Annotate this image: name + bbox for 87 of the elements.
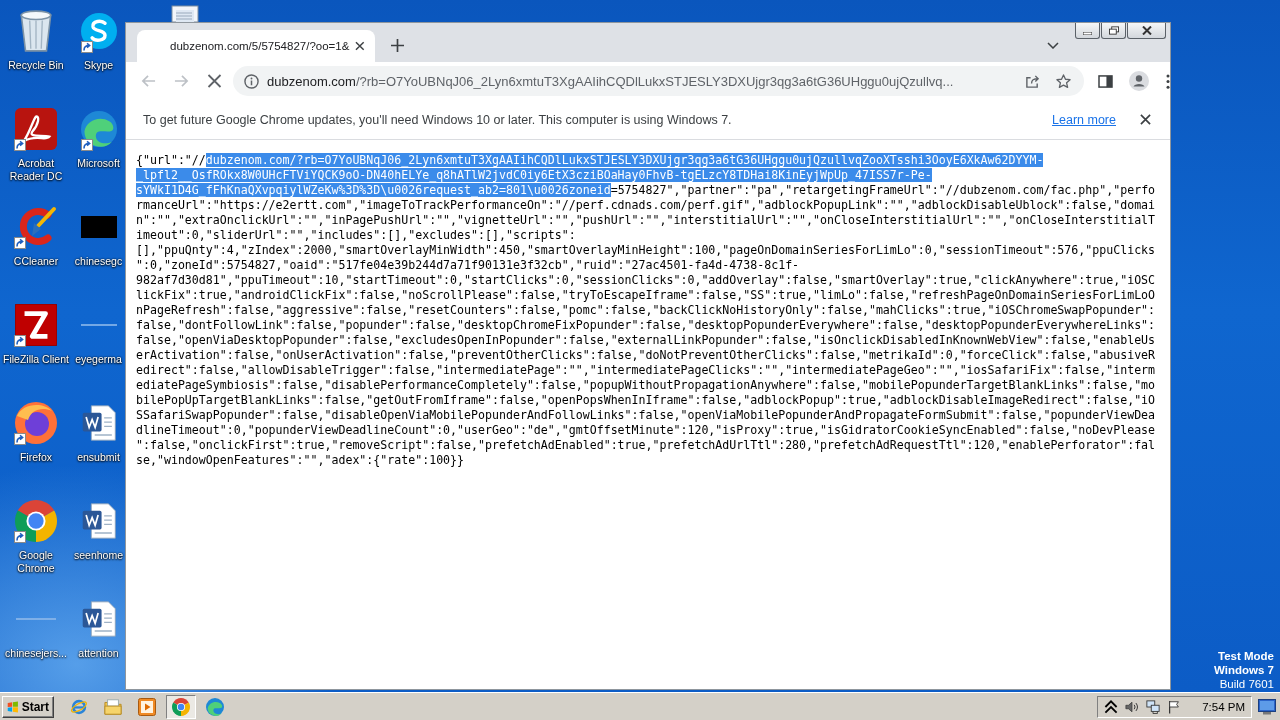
folder-icon	[104, 697, 122, 716]
taskbar-button[interactable]	[166, 694, 196, 719]
speaker-icon[interactable]	[1125, 699, 1140, 714]
word-document-icon[interactable]	[80, 405, 117, 441]
close-button[interactable]	[1127, 23, 1166, 39]
desktop-icon-label[interactable]: attention	[78, 647, 119, 660]
desktop-icon-label[interactable]: FileZilla Client	[3, 353, 69, 366]
stop-loading-icon[interactable]	[207, 74, 222, 88]
restore-icon	[1108, 26, 1119, 35]
json-text: 982af7d30d81","ppuTimeout":10,"startTimeout":0,"startClicks":0,"sessionClicks":0,"addOverlay":false,"smartOverlay":true,"clickAnywhere":true,"iOSC	[136, 273, 1156, 287]
system-notice-text: Test Mode	[1218, 649, 1274, 663]
word-document-icon[interactable]	[80, 503, 117, 539]
json-text: false,"dontFollowLink":false,"popunder":false,"desktopChromeFixPopunder":false,"desktopPopunderEverywhere":false,"desktopPopunderEverywhereLinks":	[136, 318, 1156, 332]
ftp-app-icon[interactable]	[15, 304, 57, 346]
json-text: ":false,"onclickFirst":true,"removeScript":false,"prefetchAdEnabled":true,"prefetchAdUrlTtl":280,"prefetchAdRequestTtl":120,"enablePerforator":fal	[136, 438, 1156, 452]
close-tab-icon[interactable]	[355, 41, 365, 51]
chrome-icon[interactable]	[15, 500, 57, 542]
network-icon[interactable]	[1146, 699, 1161, 714]
json-text: se,"windowOpenFeatures":"","adex":{"rate":100}}	[136, 453, 465, 467]
chat-app-icon[interactable]	[80, 13, 117, 49]
json-text: edirect":false,"allowDisableTrigger":false,"intermediatePage":"","intermediatePageClicks":"","intermediatePageGeo":"","iosSafariFix":false,"interm	[136, 363, 1156, 377]
json-text: [],"ppuQnty":4,"zIndex":2000,"smartOverlayMinWidth":450,"smartOverlayMinHeight":100,"pageOnDomainSeriesForLimLo":0,"sessionTimeout":576,"ppuClicks	[136, 243, 1156, 257]
info-icon[interactable]	[244, 73, 259, 89]
pdf-app-icon[interactable]	[15, 108, 57, 150]
desktop-icon-label[interactable]: seenhome	[73, 549, 123, 562]
json-text: {"url":"//	[136, 153, 206, 167]
browser-tab[interactable]: dubzenom.com/5/5754827/?oo=1&	[137, 30, 375, 62]
show-desktop-icon[interactable]	[1258, 698, 1276, 715]
json-text: bilePopUpTargetBlankLinks":false,"getOutFromIframe":false,"openPopsWhenInIframe":false,"adblockPopup":true,"adblockDisableImageRedirect":false,"iO	[136, 393, 1156, 407]
chevron-up-icon[interactable]	[1104, 699, 1119, 714]
desktop-icon-label[interactable]: chinesejers...	[5, 647, 67, 660]
json-text: erActivation":false,"onUserActivation":false,"preventOtherClicks":false,"doNotPreventOtherClicks":false,"metrikaId":0,"forceClick":false,"abusiveR	[136, 348, 1156, 362]
side-panel-icon[interactable]	[1098, 74, 1113, 88]
json-text: rmanceUrl":"https://e2ertt.com","imageToTrackPerformanceOn":"//perf.cdnads.com/perf.gif","adblockPopupLink":"","adblockDisableUblock":false,"domai	[136, 198, 1156, 212]
desktop-icon-label[interactable]: eyegerma	[75, 353, 122, 366]
desktop-icon-label[interactable]: chinesegc	[74, 255, 123, 268]
highlighted-text: dubzenom.com/?rb=O7YoUBNqJ06_2Lyn6xmtuT3XgAAIihCQDlLukxSTJESLY3DXUjgr3qg3a6tG36UHggu0ujQzullvqZooXTsshi3OoyE6XkAw62DYYM-	[205, 153, 1044, 167]
desktop-icon-label[interactable]: Firefox	[19, 451, 53, 464]
json-text: nPageRefresh":false,"aggressive":false,"resetCounters":false,"pomc":false,"backClickNoHistoryOnly":false,"mahClicks":true,"iOSChromeSwapPopunder":	[136, 303, 1156, 317]
profile-avatar-icon[interactable]	[1129, 71, 1149, 91]
address-url: dubzenom.com/?rb=O7YoUBNqJ06_2Lyn6xmtuT3XgAAIihCQDlLukxSTJESLY3DXUjgr3qg3a6tG36UHggu0ujQzullvq...	[267, 73, 955, 89]
desktop-icon-label[interactable]: Google Chrome	[0, 549, 72, 575]
json-text: ":0,"zoneId":5754827,"oaid":"517fe04e39b244d7a71f90131e3f32cb","ruid":"27ac4501-fa4d-4738-8c1f-	[136, 258, 800, 272]
start-button[interactable]: Start	[2, 695, 54, 718]
word-document-icon[interactable]	[80, 601, 117, 637]
minimize-icon	[1083, 31, 1092, 35]
desktop-icon-label[interactable]: Recycle Bin	[8, 59, 64, 72]
desktop-icon-label[interactable]: Acrobat Reader DC	[0, 157, 72, 183]
new-tab-icon[interactable]	[391, 39, 404, 52]
close-icon[interactable]	[1140, 114, 1151, 125]
desktop-icon-label[interactable]: Skype	[83, 59, 114, 72]
flag-icon[interactable]	[1167, 699, 1182, 714]
image-thumbnail-icon[interactable]	[80, 216, 117, 238]
infobar-message: To get future Google Chrome updates, you'll need Windows 10 or later. This computer is using Windows 7.	[143, 112, 733, 127]
json-text: n":"","extraOnclickUrl":"","inPagePushUrl":"","vignetteUrl":"","pushUrl":"","interstitialUrl":"","onCloseInterstitialUrl":"","onCloseInterstitialT	[136, 213, 1156, 227]
browser-app-icon	[206, 697, 224, 716]
browser-app-icon[interactable]	[15, 402, 57, 444]
restore-button[interactable]	[1101, 23, 1126, 39]
system-notice-text: Windows 7	[1214, 663, 1274, 677]
json-text: dlineTimeout":0,"popunderViewDeadlineCount":0,"userGeo":"de","gmtOffsetMinute":120,"isProxy":true,"isGidratorCookieSyncEnabled":false,"noDevPlease	[136, 423, 1156, 437]
close-icon	[1141, 26, 1152, 35]
address-bar[interactable]: dubzenom.com/?rb=O7YoUBNqJ06_2Lyn6xmtuT3XgAAIihCQDlLukxSTJESLY3DXUjgr3qg3a6tG36UHggu0ujQzullvq...	[233, 66, 1084, 96]
json-text: false,"openViaDesktopPopunder":false,"excludesOpenInPopunder":false,"externalLinkPopunder":false,"isOnclickDisabledInKnownWebView":false,"enableUs	[136, 333, 1156, 347]
taskbar-clock[interactable]: 7:54 PM	[1202, 700, 1245, 713]
learn-more-link[interactable]: Learn more	[1052, 112, 1116, 127]
json-text: lickFix":true,"androidClickFix":false,"noScrollPlease":false,"tryToEscapeIframe":false,"SS":true,"limLo":false,"refreshPageOnDomainSeriesForLimLoO	[136, 288, 1156, 302]
bookmark-star-icon[interactable]	[1056, 73, 1071, 89]
highlighted-text: sYWkI1D4G_fFhKnaQXvpqiylWZeKw%3D%3D\u0026request_ab2=801\u0026zoneid	[136, 183, 611, 197]
json-text: SSafariSwapPopunder":false,"disableOpenViaMobilePopunderAndFollowLinks":false,"openViaMobilePopunderAndPropagateFormSubmit":false,"popunderViewDea	[136, 408, 1156, 422]
json-text: ediatePageSymbiosis":false,"disablePerformanceCompletely":false,"popupWithoutPropagationAnywhere":false,"mobilePopunderTargetBlankLinks":false,"mo	[136, 378, 1156, 392]
minimize-button[interactable]	[1075, 23, 1100, 39]
chrome-icon	[172, 697, 190, 716]
highlighted-text: _lpfl2__OsfROkx8W0UHcFTViYQCK9oO-DN40hELYe_q8hATlW2jvdC0iy6EtX3cziBOaHay0FhvB-tgELzcY8TDHai8KinEyjWpUp_47ISS7r-Pe-	[136, 168, 932, 182]
browser-app-icon[interactable]	[80, 111, 117, 147]
json-text: imeout":0,"sliderUrl":"","includes":[],"excludes":[],"scripts":	[136, 228, 576, 242]
desktop-icon-label[interactable]: CCleaner	[13, 255, 59, 268]
desktop-icon-label[interactable]: ensubmit	[77, 451, 120, 464]
recycle-bin-icon[interactable]	[20, 9, 52, 53]
system-notice-text: Build 7601	[1219, 677, 1274, 691]
menu-icon[interactable]	[1166, 73, 1170, 89]
json-text: =5754827","partner":"pa","retargetingFrameUrl":"//dubzenom.com/fac.php","perfo	[610, 183, 1156, 197]
share-icon[interactable]	[1025, 73, 1040, 89]
chevron-down-icon[interactable]	[1047, 42, 1059, 49]
media-player-icon	[138, 697, 156, 716]
e-browser-icon	[70, 697, 88, 716]
windows-logo-icon	[7, 699, 19, 714]
desktop-icon-label[interactable]: Microsoft	[77, 157, 120, 170]
